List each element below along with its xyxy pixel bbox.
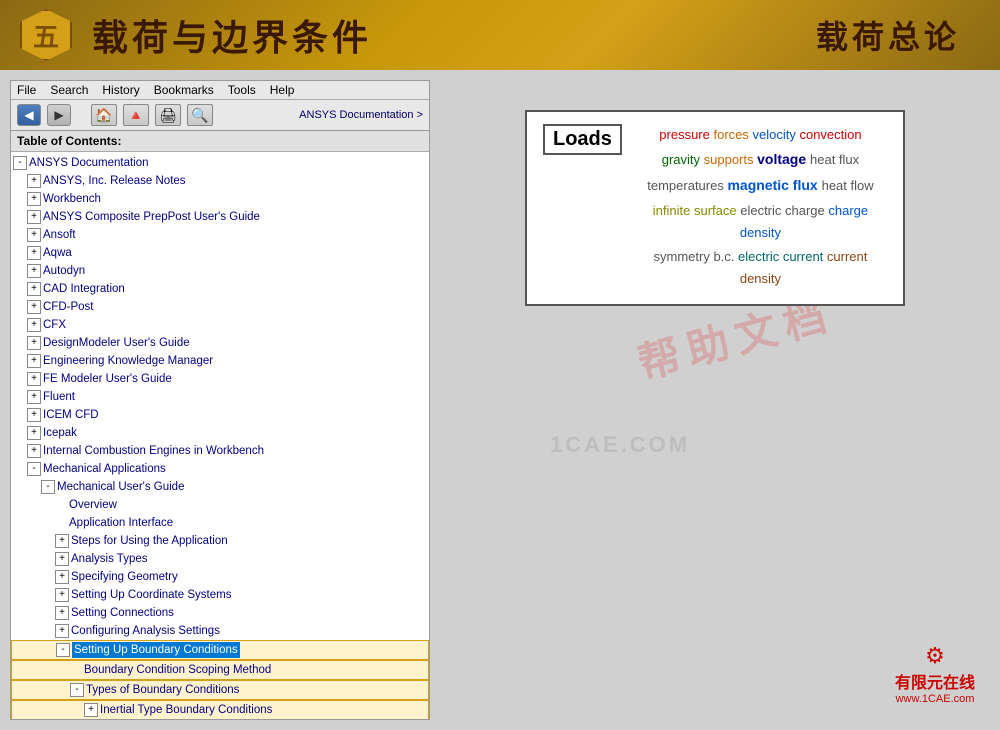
toc-label: Table of Contents: bbox=[11, 131, 429, 152]
logo-main: 有限元在线 bbox=[895, 669, 975, 693]
bookmark-button[interactable]: 🔺 bbox=[123, 104, 149, 126]
tree-item-autodyn[interactable]: +Autodyn bbox=[11, 262, 429, 280]
loads-word-2: velocity bbox=[753, 127, 800, 142]
search-button[interactable]: 🔍 bbox=[187, 104, 213, 126]
page-header: 五 载荷与边界条件 载荷总论 bbox=[0, 0, 1000, 70]
tree-item-boundary-conds[interactable]: -Setting Up Boundary Conditions bbox=[11, 640, 429, 660]
tree-item-bc-scoping[interactable]: Boundary Condition Scoping Method bbox=[11, 660, 429, 680]
page-subtitle: 载荷总论 bbox=[816, 12, 960, 58]
loads-word-0: pressure bbox=[659, 127, 713, 142]
loads-word-7: heat flux bbox=[810, 152, 859, 167]
tree-item-mech-apps[interactable]: -Mechanical Applications bbox=[11, 460, 429, 478]
menu-bar: File Search History Bookmarks Tools Help bbox=[11, 81, 429, 100]
logo-sub: www.1CAE.com bbox=[895, 693, 975, 705]
loads-word-14: symmetry b.c. bbox=[654, 249, 739, 264]
right-panel: 帮助文档 1CAE.COM Loads pressure forces velo… bbox=[440, 80, 990, 720]
tree-item-types-bc[interactable]: -Types of Boundary Conditions bbox=[11, 680, 429, 700]
menu-tools[interactable]: Tools bbox=[228, 83, 256, 97]
loads-word-3: convection bbox=[799, 127, 861, 142]
tree-item-ice-workbench[interactable]: +Internal Combustion Engines in Workbenc… bbox=[11, 442, 429, 460]
back-button[interactable]: ◀ bbox=[17, 104, 41, 126]
tree-item-analysis-types[interactable]: +Analysis Types bbox=[11, 550, 429, 568]
breadcrumb: ANSYS Documentation > bbox=[299, 109, 423, 121]
section-badge: 五 bbox=[20, 9, 72, 61]
loads-content: pressure forces velocity convection grav… bbox=[634, 124, 887, 292]
loads-word-4: gravity bbox=[662, 152, 704, 167]
tree-item-connections[interactable]: +Setting Connections bbox=[11, 604, 429, 622]
tree-item-steps-using[interactable]: +Steps for Using the Application bbox=[11, 532, 429, 550]
docs-browser: File Search History Bookmarks Tools Help… bbox=[10, 80, 430, 720]
tree-container[interactable]: -ANSYS Documentation+ANSYS, Inc. Release… bbox=[11, 152, 429, 719]
loads-label: Loads bbox=[543, 124, 622, 155]
tree-item-workbench[interactable]: +Workbench bbox=[11, 190, 429, 208]
tree-item-coord-sys[interactable]: +Setting Up Coordinate Systems bbox=[11, 586, 429, 604]
badge-text: 五 bbox=[33, 17, 59, 54]
page-title: 载荷与边界条件 bbox=[92, 9, 372, 61]
tree-item-composite[interactable]: +ANSYS Composite PrepPost User's Guide bbox=[11, 208, 429, 226]
cae-watermark: 1CAE.COM bbox=[550, 432, 690, 458]
site-logo: ⚙ 有限元在线 www.1CAE.com bbox=[895, 643, 975, 705]
home-button[interactable]: 🏠 bbox=[91, 104, 117, 126]
loads-box: Loads pressure forces velocity convectio… bbox=[525, 110, 905, 306]
menu-history[interactable]: History bbox=[102, 83, 139, 97]
tree-item-cfd-post[interactable]: +CFD-Post bbox=[11, 298, 429, 316]
loads-word-15: electric current bbox=[738, 249, 827, 264]
tree-item-cfx[interactable]: +CFX bbox=[11, 316, 429, 334]
tree-item-icem-cfd[interactable]: +ICEM CFD bbox=[11, 406, 429, 424]
menu-bookmarks[interactable]: Bookmarks bbox=[154, 83, 214, 97]
tree-item-ansys-doc[interactable]: -ANSYS Documentation bbox=[11, 154, 429, 172]
print-button[interactable]: 🖨 bbox=[155, 104, 181, 126]
menu-file[interactable]: File bbox=[17, 83, 36, 97]
tree-item-fluent[interactable]: +Fluent bbox=[11, 388, 429, 406]
loads-word-10: heat flow bbox=[822, 178, 874, 193]
tree-item-overview[interactable]: Overview bbox=[11, 496, 429, 514]
loads-header: Loads pressure forces velocity convectio… bbox=[543, 124, 887, 292]
tree-item-spec-geom[interactable]: +Specifying Geometry bbox=[11, 568, 429, 586]
toolbar: ◀ ▶ 🏠 🔺 🖨 🔍 ANSYS Documentation > bbox=[11, 100, 429, 131]
main-content: File Search History Bookmarks Tools Help… bbox=[0, 70, 1000, 730]
loads-word-12: electric charge bbox=[740, 203, 828, 218]
tree-item-fe-modeler[interactable]: +FE Modeler User's Guide bbox=[11, 370, 429, 388]
logo-icon: ⚙ bbox=[895, 643, 975, 669]
menu-help[interactable]: Help bbox=[270, 83, 295, 97]
tree-item-ekm[interactable]: +Engineering Knowledge Manager bbox=[11, 352, 429, 370]
tree-item-aqwa[interactable]: +Aqwa bbox=[11, 244, 429, 262]
loads-word-9: magnetic flux bbox=[727, 177, 821, 193]
tree-item-cad[interactable]: +CAD Integration bbox=[11, 280, 429, 298]
loads-word-1: forces bbox=[713, 127, 752, 142]
tree-item-mech-guide[interactable]: -Mechanical User's Guide bbox=[11, 478, 429, 496]
loads-word-5: supports bbox=[704, 152, 757, 167]
menu-search[interactable]: Search bbox=[50, 83, 88, 97]
tree-item-release-notes[interactable]: +ANSYS, Inc. Release Notes bbox=[11, 172, 429, 190]
loads-word-11: infinite surface bbox=[653, 203, 740, 218]
tree-item-inertial-bc[interactable]: +Inertial Type Boundary Conditions bbox=[11, 700, 429, 719]
tree-item-icepak[interactable]: +Icepak bbox=[11, 424, 429, 442]
tree-item-app-interface[interactable]: Application Interface bbox=[11, 514, 429, 532]
loads-word-6: voltage bbox=[757, 151, 810, 167]
tree-item-designmodeler[interactable]: +DesignModeler User's Guide bbox=[11, 334, 429, 352]
tree-item-ansoft[interactable]: +Ansoft bbox=[11, 226, 429, 244]
tree-item-config-analysis[interactable]: +Configuring Analysis Settings bbox=[11, 622, 429, 640]
loads-word-8: temperatures bbox=[647, 178, 727, 193]
forward-button[interactable]: ▶ bbox=[47, 104, 71, 126]
